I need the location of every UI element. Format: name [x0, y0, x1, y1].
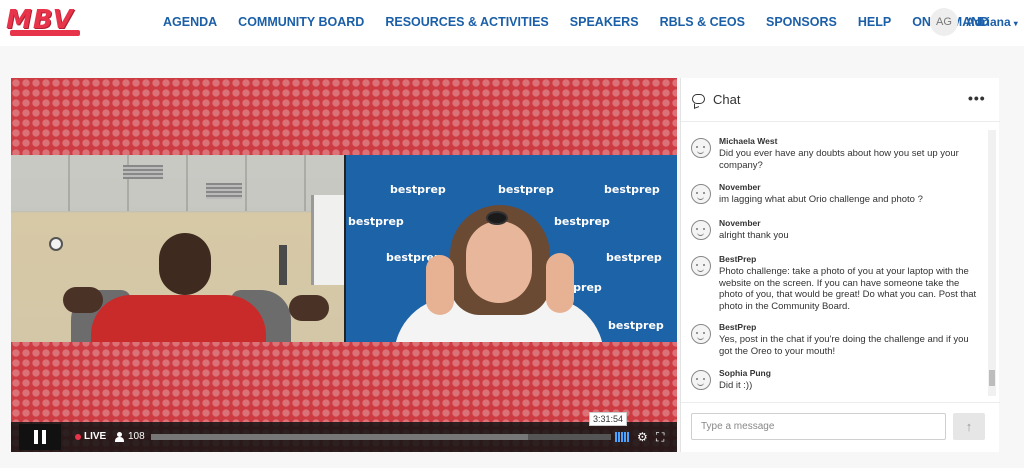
pause-button[interactable] [19, 424, 61, 450]
nav-sponsors[interactable]: SPONSORS [766, 15, 837, 29]
message-author: BestPrep [719, 254, 757, 264]
video-feeds[interactable]: bestprep bestprep bestprep bestprep best… [11, 155, 677, 342]
nav-community-board[interactable]: COMMUNITY BOARD [238, 15, 364, 29]
bestprep-watermark: bestprep [554, 215, 610, 228]
message-author: Sophia Pung [719, 368, 771, 378]
video-feed-right: bestprep bestprep bestprep bestprep best… [346, 155, 677, 342]
wall-clock [49, 237, 63, 251]
ceiling-vent [206, 183, 242, 199]
bestprep-watermark: bestprep [348, 215, 404, 228]
pause-icon [42, 430, 46, 444]
user-menu[interactable]: AG Adriana ▾ [930, 8, 1018, 36]
live-indicator[interactable]: LIVE [75, 431, 106, 442]
user-avatar-icon [691, 256, 711, 276]
person-head [159, 233, 211, 295]
chat-composer: ↑ [681, 402, 1000, 452]
message-text: Did you ever have any doubts about how y… [719, 148, 959, 171]
chat-scrollbar[interactable] [988, 130, 996, 396]
person-hand [546, 253, 574, 313]
send-button[interactable]: ↑ [953, 413, 985, 440]
more-options-icon[interactable]: ••• [968, 90, 986, 106]
mbv-logo[interactable]: MBV [6, 6, 88, 38]
progress-bar[interactable] [151, 434, 611, 440]
chat-title: Chat [713, 92, 741, 107]
user-name-label: Adriana [966, 15, 1011, 29]
bestprep-watermark: bestprep [608, 319, 664, 332]
pause-icon [34, 430, 38, 444]
chat-header: Chat ••• [681, 78, 1000, 122]
user-avatar-icon [691, 220, 711, 240]
user-avatar-icon [691, 370, 711, 390]
live-dot-icon [75, 433, 81, 440]
message-text: Photo challenge: take a photo of you at … [719, 266, 977, 312]
top-navigation-bar: MBV AGENDA COMMUNITY BOARD RESOURCES & A… [0, 0, 1024, 46]
message-author: November [719, 182, 761, 192]
viewer-count-value: 108 [128, 431, 145, 442]
nav-rbls-ceos[interactable]: RBLS & CEOS [660, 15, 745, 29]
message-author: Michaela West [719, 136, 778, 146]
logo-underline [10, 30, 80, 36]
fullscreen-icon[interactable]: ⛶ [656, 430, 664, 445]
user-avatar-icon [691, 184, 711, 204]
message-text: alright thank you [719, 230, 789, 241]
message-text: im lagging what abut Orio challenge and … [719, 194, 923, 205]
message-text: Did it :)) [719, 380, 753, 391]
door [279, 245, 287, 285]
ceiling-vent [123, 165, 163, 179]
chat-bubble-icon [692, 94, 705, 104]
bestprep-watermark: bestprep [498, 183, 554, 196]
chevron-down-icon: ▾ [1013, 19, 1018, 28]
message-author: November [719, 218, 761, 228]
nav-resources-activities[interactable]: RESOURCES & ACTIVITIES [385, 15, 548, 29]
viewer-count: 108 [115, 431, 145, 442]
bestprep-watermark: bestprep [604, 183, 660, 196]
person-face [466, 221, 532, 303]
bestprep-watermark: bestprep [390, 183, 446, 196]
live-label: LIVE [84, 431, 107, 442]
person-icon [115, 431, 124, 442]
settings-gear-icon[interactable]: ⚙ [637, 430, 648, 444]
quality-bars-icon[interactable] [615, 432, 629, 442]
main-nav: AGENDA COMMUNITY BOARD RESOURCES & ACTIV… [163, 15, 989, 29]
message-author: BestPrep [719, 322, 757, 332]
time-tooltip: 3:31:54 [589, 412, 628, 426]
progress-fill [151, 434, 529, 440]
avatar[interactable]: AG [930, 8, 958, 36]
message-text: Yes, post in the chat if you're doing th… [719, 334, 969, 357]
video-player[interactable]: bestprep bestprep bestprep bestprep best… [11, 78, 677, 452]
video-feed-left [11, 155, 344, 342]
oreo-cookie [486, 211, 508, 225]
nav-speakers[interactable]: SPEAKERS [570, 15, 639, 29]
person-hand [289, 295, 329, 321]
chat-message-list[interactable]: Michaela West Did you ever have any doub… [681, 130, 986, 398]
nav-agenda[interactable]: AGENDA [163, 15, 217, 29]
player-controls: LIVE 108 3:31:54 ⚙ ⛶ [11, 412, 677, 452]
whiteboard [311, 195, 344, 285]
user-name[interactable]: Adriana ▾ [966, 15, 1018, 29]
scrollbar-thumb[interactable] [989, 370, 995, 386]
message-input[interactable] [691, 413, 946, 440]
nav-help[interactable]: HELP [858, 15, 891, 29]
user-avatar-icon [691, 138, 711, 158]
bestprep-watermark: bestprep [606, 251, 662, 264]
send-arrow-icon: ↑ [965, 419, 973, 434]
person-body [91, 295, 266, 342]
person-hand [63, 287, 103, 313]
person-hand [426, 255, 454, 315]
user-avatar-icon [691, 324, 711, 344]
office-ceiling [11, 155, 344, 211]
chat-panel: Chat ••• Michaela West Did you ever have… [680, 78, 1000, 452]
